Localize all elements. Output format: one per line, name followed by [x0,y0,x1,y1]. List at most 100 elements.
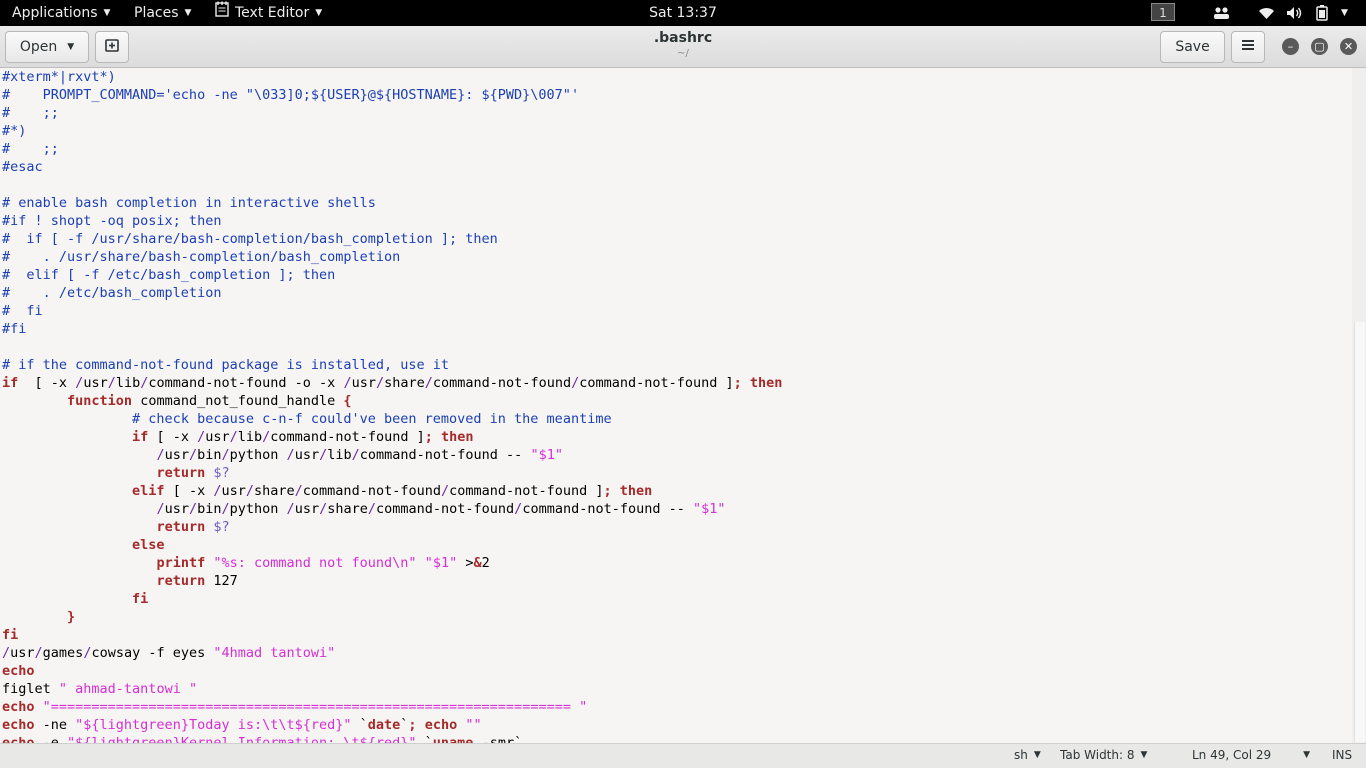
code-line[interactable]: # . /usr/share/bash-completion/bash_comp… [2,248,1352,266]
code-line[interactable]: echo -ne "${lightgreen}Today is:\t\t${re… [2,716,1352,734]
document-title: .bashrc [653,30,713,46]
code-line[interactable]: # ;; [2,104,1352,122]
code-token: echo [2,735,35,743]
code-line[interactable]: function command_not_found_handle { [2,392,1352,410]
save-button[interactable]: Save [1160,31,1225,63]
code-line[interactable]: # ;; [2,140,1352,158]
system-menu-chevron-icon[interactable]: ▼ [1341,4,1348,22]
code-line[interactable]: } [2,608,1352,626]
code-token: return [156,465,206,481]
code-line[interactable]: /usr/bin/python /usr/share/command-not-f… [2,500,1352,518]
code-token: uname [432,735,474,743]
code-line[interactable]: /usr/games/cowsay -f eyes "4hmad tantowi… [2,644,1352,662]
code-line[interactable]: if [ -x /usr/lib/command-not-found ]; th… [2,428,1352,446]
code-token: / [156,447,165,463]
code-token: #if ! shopt -oq posix; then [2,213,222,229]
workspace-indicator[interactable]: 1 [1151,3,1175,21]
code-line[interactable]: # PROMPT_COMMAND='echo -ne "\033]0;${USE… [2,86,1352,104]
code-line[interactable]: else [2,536,1352,554]
code-view[interactable]: #xterm*|rxvt*) # PROMPT_COMMAND='echo -ne… [0,68,1352,743]
cursor-position-label: Ln 49, Col 29 [1192,748,1272,762]
new-document-button[interactable] [95,31,129,63]
code-line[interactable] [2,176,1352,194]
code-token: cowsay -f eyes [91,645,214,661]
code-line[interactable]: fi [2,626,1352,644]
code-token: "%s: command not found\n" [213,555,417,571]
code-line[interactable]: #*) [2,122,1352,140]
code-token: share [254,483,295,499]
language-selector[interactable]: sh ▼ [1014,748,1041,762]
people-icon[interactable] [1213,4,1230,22]
close-button[interactable]: ✕ [1340,38,1357,55]
chevron-down-icon: ▼ [103,8,111,18]
code-line[interactable]: # if [ -f /usr/share/bash-completion/bas… [2,230,1352,248]
code-line[interactable]: if [ -x /usr/lib/command-not-found -o -x… [2,374,1352,392]
hamburger-menu-button[interactable] [1231,31,1265,63]
code-token: " ahmad-tantowi " [58,681,198,697]
code-line[interactable]: # enable bash completion in interactive … [2,194,1352,212]
code-line[interactable]: return $? [2,464,1352,482]
battery-icon[interactable] [1316,4,1328,22]
code-line[interactable]: echo [2,662,1352,680]
code-line[interactable]: #esac [2,158,1352,176]
code-line[interactable]: echo -e "${lightgreen}Kernel Information… [2,734,1352,743]
code-line[interactable] [2,338,1352,356]
code-token: # fi [2,303,43,319]
code-token: bin [197,501,222,517]
wifi-icon[interactable] [1258,4,1275,22]
code-token: command-not-found ] [270,429,425,445]
volume-icon[interactable] [1286,4,1303,22]
applications-label: Applications [12,5,98,21]
header-bar: Open ▼ .bashrc ~/ Save – ▢ ✕ [0,26,1366,68]
code-token: usr [10,645,35,661]
code-line[interactable]: printf "%s: command not found\n" "$1" >&… [2,554,1352,572]
code-line[interactable]: return 127 [2,572,1352,590]
code-line[interactable]: # check because c-n-f could've been remo… [2,410,1352,428]
code-line[interactable]: # fi [2,302,1352,320]
vertical-scrollbar-thumb[interactable] [1354,322,1365,742]
text-editor-area[interactable]: #xterm*|rxvt*) # PROMPT_COMMAND='echo -ne… [0,68,1352,743]
code-line[interactable]: echo "==================================… [2,698,1352,716]
code-token: date [367,717,401,733]
cursor-position-selector[interactable]: Ln 49, Col 29 ▼ [1192,748,1310,762]
code-line[interactable]: /usr/bin/python /usr/lib/command-not-fou… [2,446,1352,464]
code-line[interactable]: #fi [2,320,1352,338]
code-line[interactable]: elif [ -x /usr/share/command-not-found/c… [2,482,1352,500]
code-line[interactable]: figlet " ahmad-tantowi " [2,680,1352,698]
code-token: command-not-found ] [449,483,604,499]
code-token: share [327,501,368,517]
tab-width-selector[interactable]: Tab Width: 8 ▼ [1060,748,1147,762]
chevron-down-icon: ▼ [315,8,323,18]
code-line[interactable]: #if ! shopt -oq posix; then [2,212,1352,230]
open-button[interactable]: Open ▼ [5,31,89,63]
open-button-label: Open [19,39,58,55]
code-line[interactable]: # elif [ -f /etc/bash_completion ]; then [2,266,1352,284]
code-token: / [351,447,360,463]
code-token: -ne [34,717,76,733]
code-token: command_not_found_handle [132,393,344,409]
code-line[interactable]: # . /etc/bash_completion [2,284,1352,302]
code-line[interactable]: return $? [2,518,1352,536]
maximize-button[interactable]: ▢ [1311,38,1328,55]
places-menu[interactable]: Places ▼ [134,0,191,26]
code-token: echo [2,663,35,679]
code-token: / [375,375,385,391]
code-token: # ;; [2,141,59,157]
app-menu[interactable]: Text Editor ▼ [215,0,322,26]
code-line[interactable]: #xterm*|rxvt*) [2,68,1352,86]
code-token: usr [351,375,376,391]
code-token: printf [156,555,206,571]
minimize-button[interactable]: – [1282,38,1299,55]
code-line[interactable]: # if the command-not-found package is in… [2,356,1352,374]
code-token: share [384,375,425,391]
code-token: [ -x [148,429,198,445]
chevron-down-icon: ▼ [1303,750,1311,760]
code-line[interactable]: fi [2,590,1352,608]
code-token: echo [2,699,35,715]
applications-menu[interactable]: Applications ▼ [12,0,110,26]
